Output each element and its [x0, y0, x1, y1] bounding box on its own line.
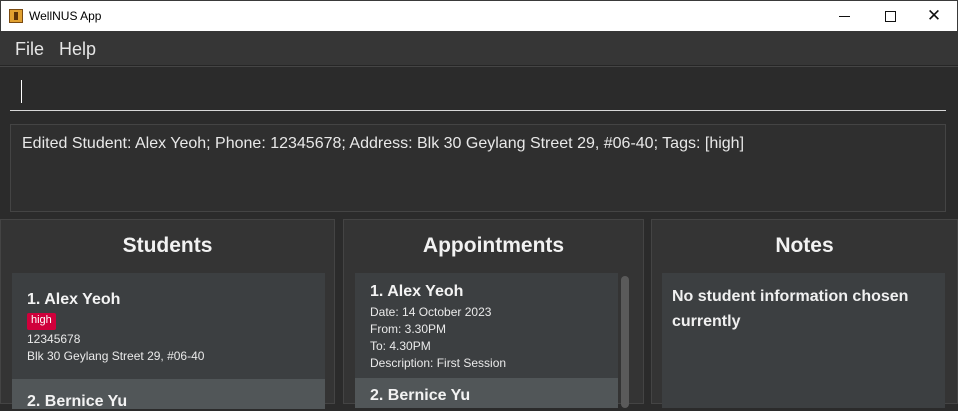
appointments-scrollbar[interactable]: [621, 276, 629, 408]
title-bar: WellNUS App ✕: [0, 0, 958, 31]
notes-text: No student information chosen currently: [672, 288, 909, 330]
tag-badge: high: [27, 313, 56, 330]
notes-panel: Notes No student information chosen curr…: [651, 219, 958, 408]
maximize-icon: [884, 11, 896, 22]
app-icon: [9, 9, 23, 23]
students-panel: Students 1. Alex Yeoh high 12345678 Blk …: [0, 219, 335, 410]
minimize-button[interactable]: [821, 1, 867, 32]
notes-title: Notes: [775, 234, 834, 257]
result-display: Edited Student: Alex Yeoh; Phone: 123456…: [10, 124, 946, 212]
minimize-icon: [838, 16, 850, 17]
students-title: Students: [122, 234, 213, 257]
maximize-button[interactable]: [867, 1, 913, 32]
window-title: WellNUS App: [29, 9, 102, 23]
student-card[interactable]: 1. Alex Yeoh high 12345678 Blk 30 Geylan…: [12, 273, 325, 379]
notes-box: No student information chosen currently: [662, 273, 945, 408]
appointment-name: 1. Alex Yeoh: [370, 283, 464, 300]
student-address: Blk 30 Geylang Street 29, #06-40: [27, 349, 205, 363]
close-icon: ✕: [926, 6, 942, 26]
appointments-panel: Appointments 1. Alex Yeoh Date: 14 Octob…: [343, 219, 644, 408]
command-area: [0, 66, 958, 118]
menu-file[interactable]: File: [15, 39, 44, 60]
command-input[interactable]: [10, 77, 946, 111]
appointment-to: To: 4.30PM: [370, 339, 431, 353]
appointment-from: From: 3.30PM: [370, 322, 447, 336]
text-caret: [21, 80, 22, 103]
appointment-name: 2. Bernice Yu: [370, 387, 471, 404]
appointment-description: Description: First Session: [370, 356, 507, 370]
appointments-title: Appointments: [422, 234, 565, 257]
appointment-card[interactable]: 1. Alex Yeoh Date: 14 October 2023 From:…: [355, 273, 618, 378]
student-name: 1. Alex Yeoh: [27, 291, 121, 308]
result-text: Edited Student: Alex Yeoh; Phone: 123456…: [22, 135, 745, 152]
menu-help[interactable]: Help: [59, 39, 96, 60]
close-button[interactable]: ✕: [911, 1, 957, 32]
student-name: 2. Bernice Yu: [27, 393, 128, 410]
student-phone: 12345678: [27, 332, 81, 346]
menu-bar: File Help: [0, 31, 958, 66]
appointment-date: Date: 14 October 2023: [370, 305, 492, 319]
student-card[interactable]: 2. Bernice Yu: [12, 379, 325, 410]
